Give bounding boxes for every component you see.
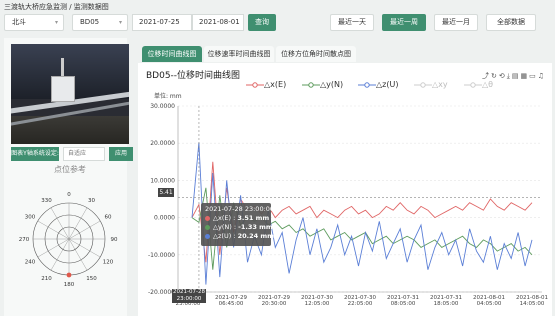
x-tick-label: 20:30:00 (262, 301, 287, 307)
filter-toolbar: 北斗 ▾ BD05 ▾ 2021-07-25 2021-08-01 查询 最近一… (4, 14, 552, 32)
pointer-y-badge: 5.41 (158, 188, 174, 197)
range-month-button[interactable]: 最近一月 (434, 14, 478, 31)
point-select[interactable]: BD05 ▾ (72, 14, 128, 31)
x-tick-label: 08:05:00 (391, 301, 416, 307)
tooltip-row-y: △y(N) : -1.33 mm (205, 223, 273, 232)
chevron-down-icon: ▾ (54, 19, 58, 26)
x-tick-label: 14:05:00 (520, 301, 545, 307)
polar-label: 120 (103, 260, 114, 266)
y-tick-label: -10.0000 (148, 252, 175, 259)
y-tick-label: 20.0000 (150, 140, 175, 147)
left-panel: 图表Y轴系统设定: 应用 点位参考 0 30 60 90 120 150 180 210 240… (4, 38, 133, 316)
tab-displacement-rate[interactable]: 位移速率时间曲线图 (204, 46, 274, 62)
tooltip-row-x: △x(E) : 3.51 mm (205, 214, 269, 223)
polar-label: 150 (86, 276, 97, 282)
polar-label: 210 (41, 276, 52, 282)
polar-label: 270 (19, 237, 30, 243)
point-reference-title: 点位参考 (54, 165, 86, 174)
apply-button[interactable]: 应用 (109, 147, 133, 161)
x-tick-label: 22:05:00 (348, 301, 373, 307)
range-day-button[interactable]: 最近一天 (330, 14, 374, 31)
polar-label: 300 (25, 215, 36, 221)
pointer-x-badge: 2021-07-28 23:00:00 (172, 289, 206, 303)
tab-displacement-time[interactable]: 位移时间曲线图 (142, 46, 202, 62)
y-tick-label: 30.0000 (150, 103, 175, 110)
end-date-input[interactable]: 2021-08-01 (192, 14, 244, 31)
polar-label: 30 (88, 198, 95, 204)
region-select-value: 北斗 (12, 18, 26, 26)
y-axis-config-input[interactable] (63, 147, 105, 161)
query-button[interactable]: 查询 (248, 14, 276, 31)
legend-item-x[interactable]: △x(E) (246, 80, 286, 89)
range-all-button[interactable]: 全部数据 (486, 14, 536, 31)
chart-tooltip: 2021-07-28 23:00:00 △x(E) : 3.51 mm △y(N… (201, 203, 275, 246)
point-select-value: BD05 (80, 18, 100, 26)
x-tick-label: 12:05:00 (305, 301, 330, 307)
x-tick-label: 18:05:00 (434, 301, 459, 307)
polar-label: 330 (41, 198, 52, 204)
site-photo (11, 44, 129, 144)
polar-label: 180 (64, 282, 75, 288)
legend-item-theta[interactable]: △θ (464, 80, 493, 89)
y-tick-label: 0.0000 (154, 215, 175, 222)
line-icon[interactable]: ⤴ (482, 72, 491, 80)
polar-label: 60 (104, 215, 111, 221)
polar-label: 90 (111, 237, 118, 243)
chart-title: BD05--位移时间曲线图 (146, 71, 241, 81)
y-tick-label: 10.0000 (150, 177, 175, 184)
bar-icon[interactable]: ▭ (529, 72, 538, 80)
start-date-input[interactable]: 2021-07-25 (132, 14, 192, 31)
polar-label: 240 (25, 260, 36, 266)
tab-azimuth-scatter[interactable]: 位移方位角时间散点图 (276, 46, 356, 62)
chevron-down-icon: ▾ (118, 19, 122, 26)
breadcrumb: 三渡轨大桥应急监测 / 监测数据图 (4, 3, 109, 11)
alarm-icon[interactable]: ♫ (538, 72, 546, 80)
region-select[interactable]: 北斗 ▾ (4, 14, 64, 31)
polar-reference-chart: 0 30 60 90 120 150 180 210 240 270 300 330 (19, 192, 118, 288)
restore-icon[interactable]: ⟲ (499, 72, 507, 80)
range-week-button[interactable]: 最近一周 (382, 14, 426, 31)
tooltip-row-z: △z(U) : 20.24 mm (205, 232, 274, 241)
legend-item-xy[interactable]: △xy (414, 80, 448, 89)
refresh-icon[interactable]: ↻ (491, 72, 499, 80)
legend-item-z[interactable]: △z(U) (358, 80, 398, 89)
chart-icon[interactable]: ▦ (520, 72, 529, 80)
y-axis-config: 图表Y轴系统设定: 应用 (11, 147, 133, 161)
y-axis-config-label: 图表Y轴系统设定: (11, 147, 59, 161)
tooltip-time: 2021-07-28 23:00:00 (205, 205, 275, 213)
chart-tabs: 位移时间曲线图 位移速率时间曲线图 位移方位角时间散点图 (138, 44, 552, 63)
main-panel: 位移时间曲线图 位移速率时间曲线图 位移方位角时间散点图 BD05--位移时间曲… (138, 44, 552, 316)
legend-item-y[interactable]: △y(N) (302, 80, 343, 89)
x-tick-label: 04:05:00 (477, 301, 502, 307)
polar-label: 0 (67, 192, 71, 198)
polar-point (66, 272, 72, 278)
x-tick-label: 06:45:00 (219, 301, 244, 307)
